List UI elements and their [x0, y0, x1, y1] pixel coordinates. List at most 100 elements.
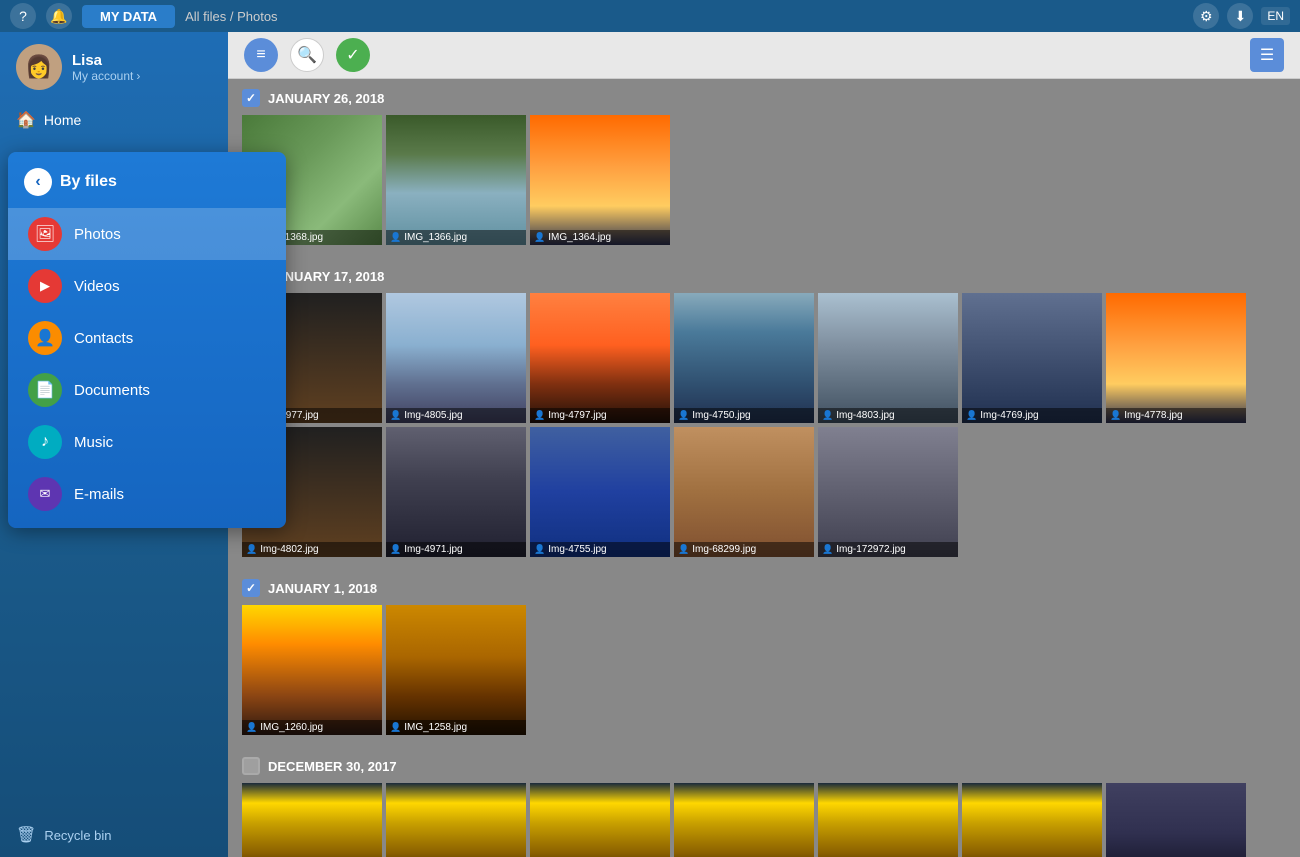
photo-thumb[interactable]: 👤IMG_1260.jpg — [242, 605, 382, 735]
photo-filename: Img-4797.jpg — [548, 410, 606, 421]
photo-thumb[interactable]: 👤IMG_1364.jpg — [530, 115, 670, 245]
content-area: ≡ 🔍 ✓ ☰ ✓JANUARY 26, 2018👤IMG_1368.jpg👤I… — [228, 32, 1300, 857]
photo-label: 👤IMG_1366.jpg — [386, 230, 526, 245]
photo-thumb[interactable]: 👤Img-4971.jpg — [386, 427, 526, 557]
photo-filename: Img-4971.jpg — [404, 544, 462, 555]
sidebar-item-emails[interactable]: ✉ E-mails — [8, 468, 286, 520]
photo-thumb[interactable]: 👤Img-68299.jpg — [674, 427, 814, 557]
photo-image — [242, 783, 382, 857]
section-header: DECEMBER 30, 2017 — [242, 757, 1286, 775]
sidebar-item-photos[interactable]: 🖼 Photos — [8, 208, 286, 260]
photo-thumb[interactable]: 👤Img-4797.jpg — [530, 293, 670, 423]
photo-filename: Img-4805.jpg — [404, 410, 462, 421]
photo-thumb[interactable]: 👤IMG_1258.jpg — [386, 605, 526, 735]
mydata-tab[interactable]: MY DATA — [82, 5, 175, 28]
home-icon: 🏠 — [16, 110, 36, 130]
photo-label: 👤Img-68299.jpg — [674, 542, 814, 557]
photo-label: 👤Img-4750.jpg — [674, 408, 814, 423]
section-date: DECEMBER 30, 2017 — [268, 759, 397, 774]
select-all-button[interactable]: ✓ — [336, 38, 370, 72]
top-bar-left: ? 🔔 MY DATA All files / Photos — [10, 3, 278, 29]
photo-thumb[interactable]: 👤eiffel2.jpg — [386, 783, 526, 857]
recycle-bin-label: Recycle bin — [44, 828, 111, 843]
photo-image — [1106, 293, 1246, 423]
photo-grid: 👤Img-4977.jpg👤Img-4805.jpg👤Img-4797.jpg👤… — [242, 293, 1286, 557]
photo-thumb[interactable]: 👤eiffel4.jpg — [674, 783, 814, 857]
sidebar-item-contacts[interactable]: 👤 Contacts — [8, 312, 286, 364]
photo-thumb[interactable]: 👤Img-4805.jpg — [386, 293, 526, 423]
photo-label: 👤IMG_1364.jpg — [530, 230, 670, 245]
sidebar-item-videos[interactable]: ▶ Videos — [8, 260, 286, 312]
photo-thumb[interactable]: 👤eiffel3.jpg — [530, 783, 670, 857]
section-checkbox[interactable] — [242, 757, 260, 775]
photo-thumb[interactable]: 👤eiffel1.jpg — [242, 783, 382, 857]
photo-file-icon: 👤 — [534, 232, 545, 243]
photo-thumb[interactable]: 👤eiffel5.jpg — [818, 783, 958, 857]
photo-thumb[interactable]: 👤Img-4778.jpg — [1106, 293, 1246, 423]
user-account: My account › — [72, 69, 140, 83]
photo-filename: Img-4769.jpg — [980, 410, 1038, 421]
photo-thumb[interactable]: 👤Img-4803.jpg — [818, 293, 958, 423]
photo-filename: IMG_1260.jpg — [260, 722, 323, 733]
back-arrow-icon: ‹ — [35, 173, 40, 191]
photo-image — [674, 783, 814, 857]
section-checkbox[interactable]: ✓ — [242, 89, 260, 107]
photo-thumb[interactable]: 👤eiffel6.jpg — [962, 783, 1102, 857]
settings-icon[interactable]: ⚙ — [1193, 3, 1219, 29]
photo-image — [818, 427, 958, 557]
photo-label: 👤IMG_1260.jpg — [242, 720, 382, 735]
music-label: Music — [74, 434, 113, 451]
photo-file-icon: 👤 — [246, 722, 257, 733]
photo-section: ✓JANUARY 26, 2018👤IMG_1368.jpg👤IMG_1366.… — [228, 79, 1300, 257]
photo-section: ✓JANUARY 1, 2018👤IMG_1260.jpg👤IMG_1258.j… — [228, 569, 1300, 747]
section-checkbox[interactable]: ✓ — [242, 579, 260, 597]
photo-sections: ✓JANUARY 26, 2018👤IMG_1368.jpg👤IMG_1366.… — [228, 79, 1300, 857]
photo-thumb[interactable]: 👤Img-4755.jpg — [530, 427, 670, 557]
recycle-bin[interactable]: 🗑 Recycle bin — [0, 813, 228, 857]
photo-filename: IMG_1366.jpg — [404, 232, 467, 243]
photo-filename: Img-4755.jpg — [548, 544, 606, 555]
sidebar-item-documents[interactable]: 📄 Documents — [8, 364, 286, 416]
photo-label: 👤Img-4805.jpg — [386, 408, 526, 423]
byfiles-popup: ‹ By files 🖼 Photos ▶ Videos 👤 Contacts … — [8, 152, 286, 528]
photo-thumb[interactable]: 👤Img-172972.jpg — [818, 427, 958, 557]
photo-image — [242, 605, 382, 735]
photo-image — [674, 293, 814, 423]
sidebar-item-home[interactable]: 🏠 Home — [0, 102, 228, 138]
back-button[interactable]: ‹ — [24, 168, 52, 196]
home-label: Home — [44, 112, 81, 128]
breadcrumb: All files / Photos — [185, 9, 278, 24]
photo-thumb[interactable]: 👤Img-4750.jpg — [674, 293, 814, 423]
photo-label: 👤Img-4802.jpg — [242, 542, 382, 557]
photo-image — [530, 783, 670, 857]
photo-file-icon: 👤 — [390, 722, 401, 733]
notifications-icon[interactable]: 🔔 — [46, 3, 72, 29]
download-icon[interactable]: ⬇ — [1227, 3, 1253, 29]
search-button[interactable]: 🔍 — [290, 38, 324, 72]
help-icon[interactable]: ? — [10, 3, 36, 29]
main-area: 👩 Lisa My account › 🏠 Home ‹ By files — [0, 32, 1300, 857]
photo-image — [962, 783, 1102, 857]
photo-grid: 👤IMG_1260.jpg👤IMG_1258.jpg — [242, 605, 1286, 735]
section-date: JANUARY 1, 2018 — [268, 581, 377, 596]
user-profile[interactable]: 👩 Lisa My account › — [0, 32, 228, 102]
photo-image — [530, 293, 670, 423]
photo-image — [386, 783, 526, 857]
photo-label: 👤Img-4769.jpg — [962, 408, 1102, 423]
photo-section: ✓JANUARY 17, 2018👤Img-4977.jpg👤Img-4805.… — [228, 257, 1300, 569]
photo-filename: IMG_1364.jpg — [548, 232, 611, 243]
photo-thumb[interactable]: 👤IMG_1366.jpg — [386, 115, 526, 245]
photo-thumb[interactable]: 👤Img-4769.jpg — [962, 293, 1102, 423]
photo-filename: IMG_1258.jpg — [404, 722, 467, 733]
photo-thumb[interactable]: 👤building.jpg — [1106, 783, 1246, 857]
language-selector[interactable]: EN — [1261, 7, 1290, 25]
view-toggle-button[interactable]: ☰ — [1250, 38, 1284, 72]
photo-filename: Img-4803.jpg — [836, 410, 894, 421]
section-header: ✓ JANUARY 1, 2018 — [242, 579, 1286, 597]
photo-file-icon: 👤 — [966, 410, 977, 421]
sidebar-item-music[interactable]: ♪ Music — [8, 416, 286, 468]
photos-label: Photos — [74, 226, 121, 243]
photo-image — [386, 293, 526, 423]
filter-button[interactable]: ≡ — [244, 38, 278, 72]
byfiles-header: ‹ By files — [8, 160, 286, 208]
